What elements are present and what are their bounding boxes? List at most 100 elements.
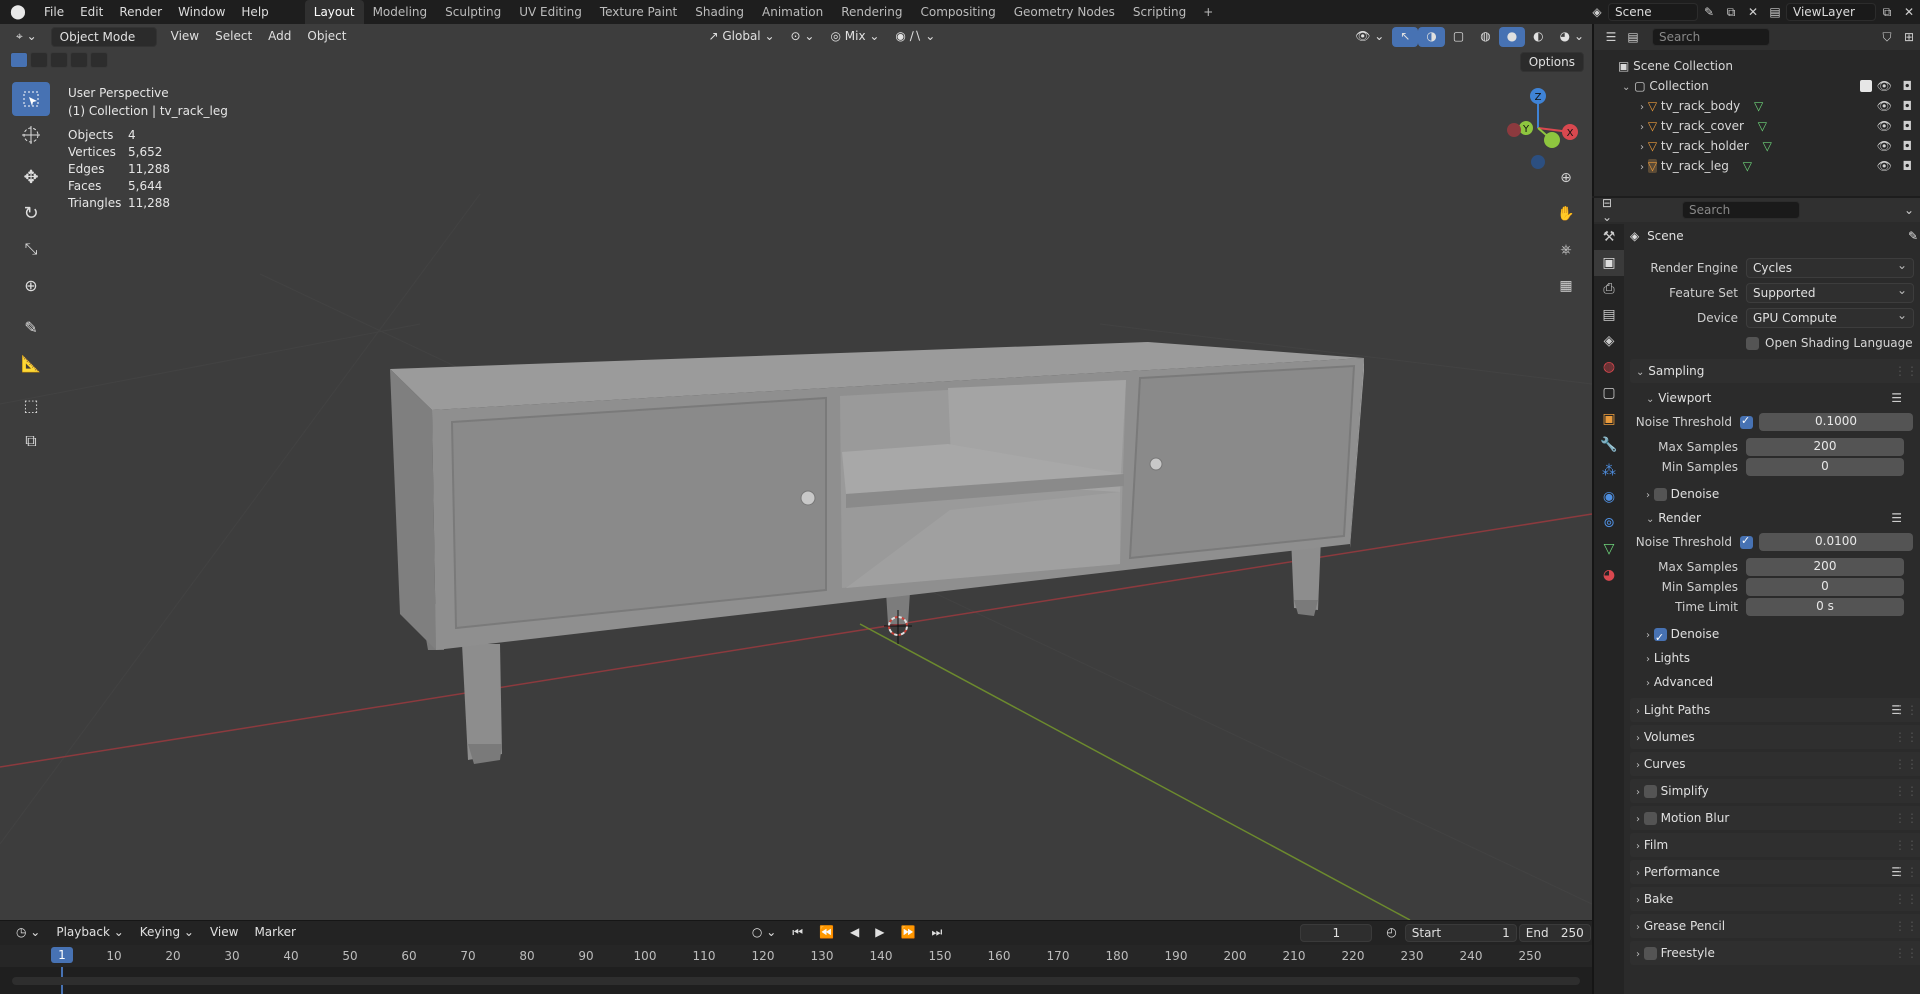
scene-icon[interactable]: ◈ xyxy=(1586,2,1608,22)
viewport-scene[interactable] xyxy=(0,24,1592,920)
vp-noise-threshold-field[interactable]: 0.1000 xyxy=(1759,413,1913,431)
menu-edit[interactable]: Edit xyxy=(72,0,111,24)
play-icon[interactable]: ▶ xyxy=(867,923,892,943)
tab-texture-paint[interactable]: Texture Paint xyxy=(591,0,686,24)
jump-keyframe-forward-icon[interactable]: ⏩ xyxy=(893,923,924,943)
tool-tab-icon[interactable]: ⚒ xyxy=(1594,224,1624,250)
timeline-view-menu[interactable]: View xyxy=(202,923,246,943)
volumes-panel[interactable]: › Volumes ⋮⋮ xyxy=(1630,725,1920,749)
current-frame-indicator[interactable]: 1 xyxy=(51,947,73,963)
r-denoise-subpanel-header[interactable]: › Denoise xyxy=(1630,622,1920,650)
drag-grip-icon[interactable]: ⋮⋮ xyxy=(1894,752,1918,776)
expand-icon[interactable]: ⌄ xyxy=(1622,82,1630,93)
motion-blur-checkbox[interactable] xyxy=(1643,812,1657,825)
camera-view-icon[interactable]: ⎈ xyxy=(1552,236,1580,264)
3d-viewport[interactable]: ⌖ ⌄ Object Mode ⌄ View Select Add Object… xyxy=(0,24,1592,920)
tab-modeling[interactable]: Modeling xyxy=(364,0,437,24)
world-tab-icon[interactable]: ◍ xyxy=(1594,354,1624,380)
menu-window[interactable]: Window xyxy=(170,0,233,24)
drag-grip-icon[interactable]: ⋮⋮ xyxy=(1894,779,1918,803)
object-tab-icon[interactable]: ▣ xyxy=(1594,406,1624,432)
sampling-panel-header[interactable]: ⌄ Sampling ⋮⋮ xyxy=(1630,359,1920,383)
shading-material-icon[interactable]: ◐ xyxy=(1525,27,1551,47)
physics-tab-icon[interactable]: ◉ xyxy=(1594,484,1624,510)
proportional-edit-icon[interactable]: ◉ ∕∖ ⌄ xyxy=(887,27,943,47)
collection-tab-icon[interactable]: ▢ xyxy=(1594,380,1624,406)
auto-key-icon[interactable]: ○ ⌄ xyxy=(744,923,784,943)
select-extend-icon[interactable] xyxy=(30,52,48,68)
tab-sculpting[interactable]: Sculpting xyxy=(436,0,510,24)
osl-checkbox[interactable] xyxy=(1746,336,1759,350)
add-cube-tool-icon[interactable]: ⬚ xyxy=(12,388,50,422)
curves-panel[interactable]: › Curves ⋮⋮ xyxy=(1630,752,1920,776)
play-reverse-icon[interactable]: ◀ xyxy=(842,923,867,943)
playback-menu[interactable]: Playback ⌄ xyxy=(48,923,131,943)
viewport-menu-select[interactable]: Select xyxy=(207,27,260,47)
timeline-track[interactable] xyxy=(0,967,1592,994)
tree-object-active[interactable]: › ▽ tv_rack_leg ▽ 👁 ◘ xyxy=(1594,156,1920,176)
drag-grip-icon[interactable]: ⋮⋮ xyxy=(1894,359,1918,383)
transform-tool-icon[interactable]: ⊕ xyxy=(12,268,50,302)
preview-range-icon[interactable]: ◴ xyxy=(1378,923,1404,943)
expand-icon[interactable]: › xyxy=(1640,142,1644,153)
keying-menu[interactable]: Keying ⌄ xyxy=(132,923,202,943)
jump-start-icon[interactable]: ⏮ xyxy=(784,923,811,943)
start-frame-field[interactable]: Start 1 xyxy=(1404,924,1517,942)
move-tool-icon[interactable]: ✥ xyxy=(12,160,50,194)
tree-object[interactable]: › ▽ tv_rack_body ▽ 👁 ◘ xyxy=(1594,96,1920,116)
drag-grip-icon[interactable]: ⋮⋮ xyxy=(1894,914,1918,938)
xray-icon[interactable]: ▢ xyxy=(1445,27,1472,47)
camera-icon[interactable]: ◘ xyxy=(1903,76,1913,96)
material-tab-icon[interactable]: ◕ xyxy=(1594,562,1624,588)
jump-keyframe-back-icon[interactable]: ⏪ xyxy=(811,923,842,943)
drag-grip-icon[interactable]: ⋮⋮ xyxy=(1894,806,1918,830)
visibility-icon[interactable]: 👁 ⌄ xyxy=(1347,27,1392,47)
pan-hand-icon[interactable]: ✋ xyxy=(1552,200,1580,228)
cursor-tool-icon[interactable] xyxy=(12,118,50,152)
camera-icon[interactable]: ◘ xyxy=(1903,136,1913,156)
drag-grip-icon[interactable]: ⋮⋮ xyxy=(1894,860,1918,884)
eye-icon[interactable]: 👁 xyxy=(1877,156,1892,176)
constraints-tab-icon[interactable]: ⊚ xyxy=(1594,510,1624,536)
overlay-toggle-icon[interactable]: ◑ xyxy=(1418,27,1445,47)
editor-type-icon[interactable]: ⌖ ⌄ xyxy=(8,27,45,47)
add-object-tool-icon[interactable]: ⧉ xyxy=(12,424,50,458)
light-paths-panel[interactable]: › Light Paths ☰ ⋮⋮ xyxy=(1630,698,1920,722)
annotate-tool-icon[interactable]: ✎ xyxy=(12,310,50,344)
presets-list-icon[interactable]: ☰ xyxy=(1891,506,1902,530)
tree-collection[interactable]: ⌄ ▢ Collection 👁 ◘ xyxy=(1594,76,1920,96)
modifier-tab-icon[interactable]: 🔧 xyxy=(1594,432,1624,458)
freestyle-panel[interactable]: › Freestyle ⋮⋮ xyxy=(1630,941,1920,965)
new-viewlayer-icon[interactable]: ⧉ xyxy=(1876,2,1898,22)
properties-options-icon[interactable]: ⌄ xyxy=(1898,200,1920,220)
rotate-tool-icon[interactable]: ↻ xyxy=(12,196,50,230)
outliner-search-input[interactable]: Search xyxy=(1652,28,1770,46)
tab-compositing[interactable]: Compositing xyxy=(911,0,1004,24)
advanced-subpanel-header[interactable]: › Advanced xyxy=(1630,670,1920,694)
view-layer-tab-icon[interactable]: ▤ xyxy=(1594,302,1624,328)
pivot-icon[interactable]: ⊙ ⌄ xyxy=(783,27,823,47)
tab-geometry-nodes[interactable]: Geometry Nodes xyxy=(1005,0,1124,24)
viewport-menu-add[interactable]: Add xyxy=(260,27,299,47)
tree-object[interactable]: › ▽ tv_rack_holder ▽ 👁 ◘ xyxy=(1594,136,1920,156)
tab-uv-editing[interactable]: UV Editing xyxy=(510,0,591,24)
jump-end-icon[interactable]: ⏭ xyxy=(923,923,950,943)
render-tab-icon[interactable]: ▣ xyxy=(1594,250,1624,276)
r-noise-threshold-checkbox[interactable] xyxy=(1740,534,1753,549)
new-collection-icon[interactable]: ⊞ xyxy=(1898,27,1920,47)
select-invert-icon[interactable] xyxy=(70,52,88,68)
r-min-samples-field[interactable]: 0 xyxy=(1746,578,1904,596)
expand-icon[interactable]: › xyxy=(1640,162,1644,173)
blender-logo-icon[interactable]: ⬤ xyxy=(0,4,36,20)
delete-scene-icon[interactable]: ✕ xyxy=(1742,2,1764,22)
eye-icon[interactable]: 👁 xyxy=(1877,96,1892,116)
shading-solid-icon[interactable]: ● xyxy=(1498,27,1526,47)
snap-dropdown[interactable]: ◎ Mix ⌄ xyxy=(822,27,887,47)
transform-orientation-dropdown[interactable]: ↗ Global ⌄ xyxy=(700,27,782,47)
delete-viewlayer-icon[interactable]: ✕ xyxy=(1898,2,1920,22)
pin-icon[interactable]: ✎ xyxy=(1698,2,1720,22)
expand-icon[interactable]: › xyxy=(1640,102,1644,113)
grease-pencil-panel[interactable]: › Grease Pencil ⋮⋮ xyxy=(1630,914,1920,938)
expand-icon[interactable]: › xyxy=(1640,122,1644,133)
viewlayer-icon[interactable]: ▤ xyxy=(1764,2,1786,22)
